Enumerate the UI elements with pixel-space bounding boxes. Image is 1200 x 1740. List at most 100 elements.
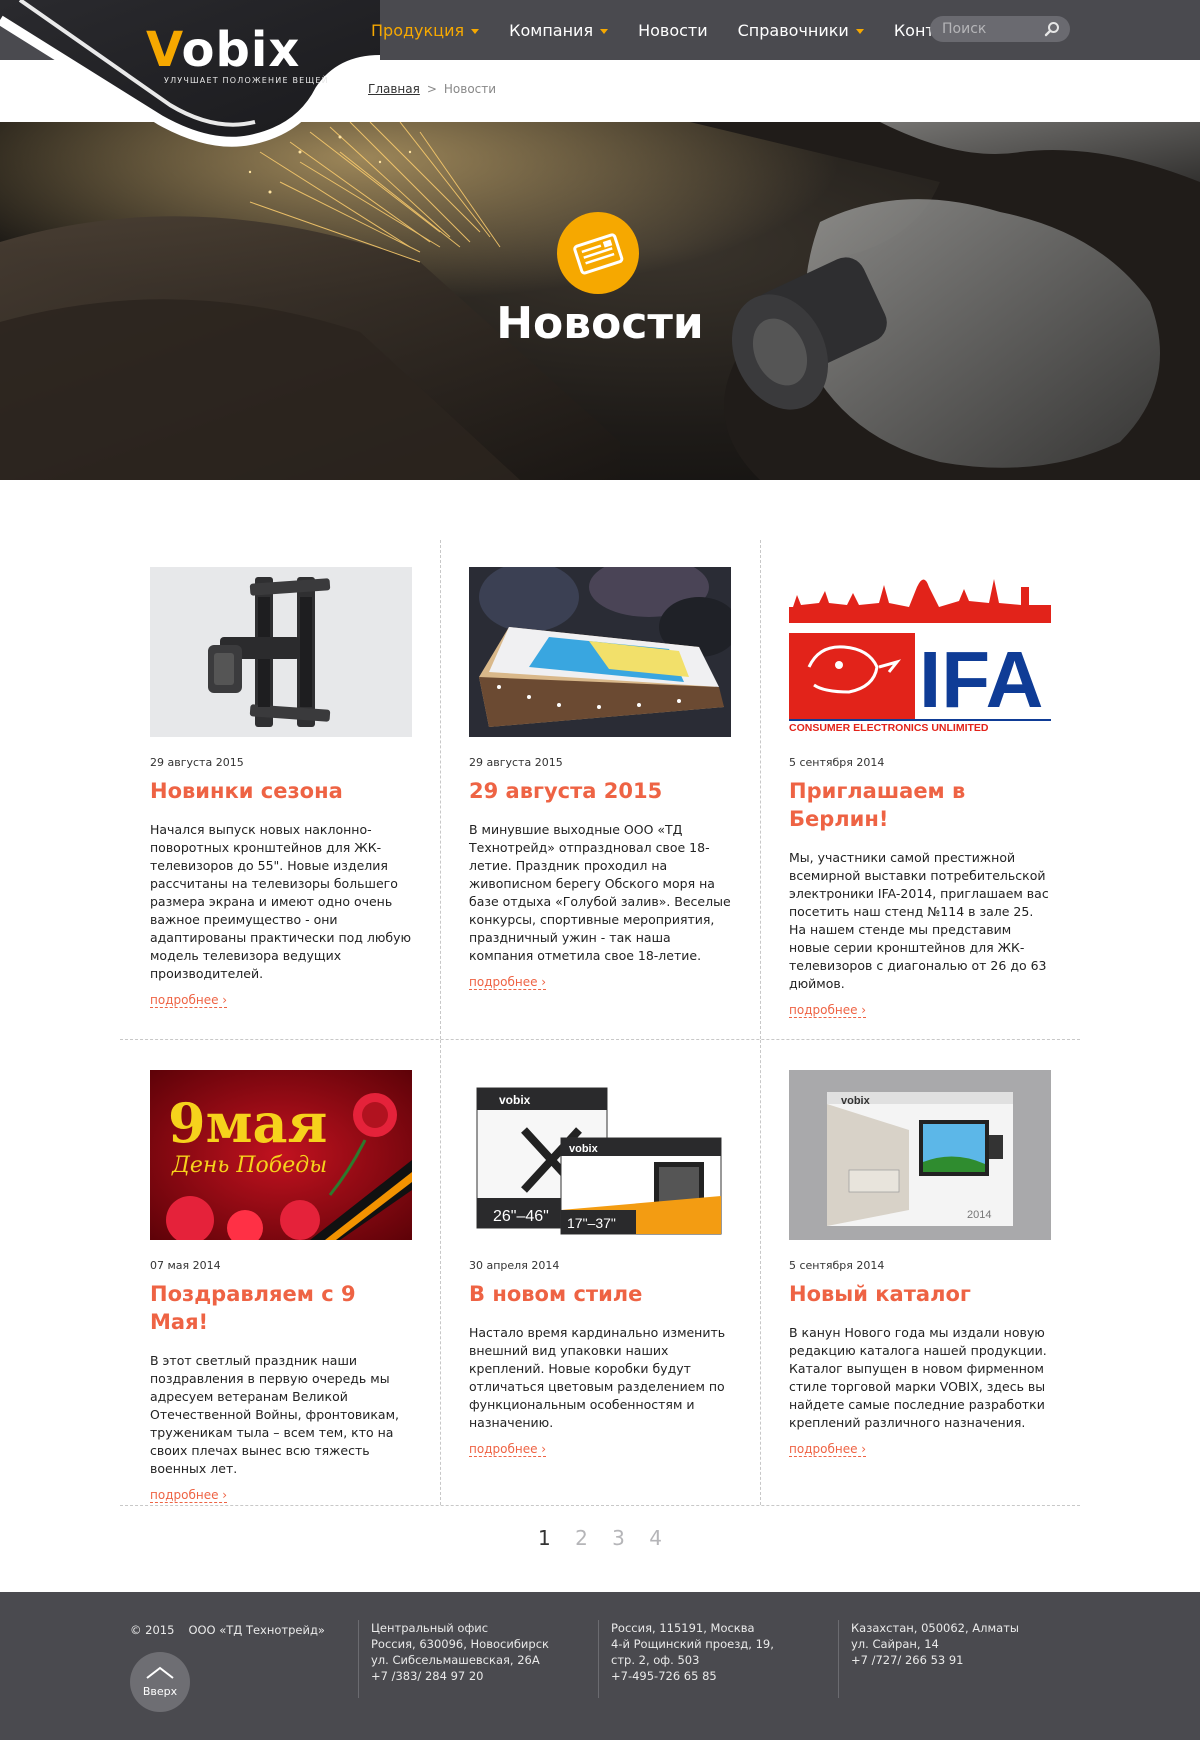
office-line: 4-й Рощинский проезд, 19, (611, 1637, 774, 1651)
pagination: 1 2 3 4 (0, 1526, 1200, 1550)
office-novosibirsk: Центральный офис Россия, 630096, Новосиб… (358, 1620, 549, 1698)
breadcrumb-current: Новости (443, 82, 497, 96)
breadcrumb: Главная > Новости (368, 82, 496, 96)
news-title[interactable]: Новый каталог (789, 1280, 1051, 1308)
may-9-image[interactable]: 9мая День Победы (150, 1070, 412, 1240)
column-divider (760, 540, 761, 1039)
box-brand-text: vobix (499, 1093, 531, 1107)
chevron-down-icon (855, 28, 864, 34)
page-title: Новости (496, 298, 704, 349)
breadcrumb-separator: > (426, 82, 437, 96)
office-line: Россия, 115191, Москва (611, 1621, 755, 1635)
copyright: © 2015 ООО «ТД Технотрейд» (130, 1622, 325, 1638)
read-more-link[interactable]: подробнее › (469, 975, 547, 990)
logo-tagline: УЛУЧШАЕТ ПОЛОЖЕНИЕ ВЕЩЕЙ (164, 76, 329, 85)
page-link-2[interactable]: 2 (575, 1526, 588, 1550)
chevron-up-icon (146, 1666, 174, 1679)
box-brand-text: vobix (569, 1143, 599, 1155)
news-text: Мы, участники самой престижной всемирной… (789, 850, 1049, 991)
logo: Vobix УЛУЧШАЕТ ПОЛОЖЕНИЕ ВЕЩЕЙ (146, 26, 336, 85)
chevron-down-icon (471, 28, 480, 34)
page-link-3[interactable]: 3 (612, 1526, 625, 1550)
nav-item-label: Продукция (371, 20, 465, 40)
read-more-link[interactable]: подробнее › (789, 1442, 867, 1457)
read-more-link[interactable]: подробнее › (150, 993, 228, 1008)
logo-letter: V (146, 22, 182, 78)
nav-item-label: Компания (509, 20, 594, 40)
news-title[interactable]: Приглашаем в Берлин! (789, 777, 1051, 833)
ifa-logo-image[interactable]: IFA CONSUMER ELECTRONICS UNLIMITED (789, 567, 1051, 737)
breadcrumb-home-link[interactable]: Главная (368, 82, 420, 96)
office-line: стр. 2, оф. 503 (611, 1653, 700, 1667)
logo-area[interactable]: Vobix УЛУЧШАЕТ ПОЛОЖЕНИЕ ВЕЩЕЙ (0, 0, 380, 160)
search-box (930, 16, 1070, 42)
news-card: 29 августа 2015 Новинки сезона Начался в… (150, 567, 412, 1008)
hero-icon-badge (557, 212, 639, 294)
packaging-boxes-image[interactable]: vobix 26"–46" vobix 17"–37" (469, 1070, 731, 1240)
hero-banner: Новости (0, 122, 1200, 480)
news-card: vobix 26"–46" vobix 17"–37" 30 апреля 20… (469, 1070, 731, 1457)
news-date: 07 мая 2014 (150, 1259, 221, 1272)
birthday-cake-image[interactable] (469, 567, 731, 737)
news-card: 29 августа 2015 29 августа 2015 В минувш… (469, 567, 731, 990)
tv-bracket-image[interactable] (150, 567, 412, 737)
nav-item-company[interactable]: Компания (509, 20, 609, 40)
office-line: ул. Сибсельмашевская, 26А (371, 1653, 540, 1667)
news-row: 9мая День Победы 07 мая 2014 Поздравляем… (120, 1040, 1080, 1506)
office-phone: +7 /727/ 266 53 91 (851, 1653, 964, 1667)
news-date: 30 апреля 2014 (469, 1259, 560, 1272)
column-divider (760, 1040, 761, 1505)
scroll-to-top-button[interactable]: Вверх (130, 1652, 190, 1712)
newspaper-icon (573, 233, 624, 275)
nav-item-products[interactable]: Продукция (371, 20, 480, 40)
ifa-logo-text: IFA (919, 635, 1043, 724)
office-line: Казахстан, 050062, Алматы (851, 1621, 1020, 1635)
page-link-4[interactable]: 4 (649, 1526, 662, 1550)
news-text: В канун Нового года мы издали новую реда… (789, 1325, 1047, 1430)
read-more-link[interactable]: подробнее › (150, 1488, 228, 1503)
news-card: 9мая День Победы 07 мая 2014 Поздравляем… (150, 1070, 412, 1503)
nav-item-news[interactable]: Новости (638, 21, 708, 40)
news-date: 5 сентября 2014 (789, 1259, 885, 1272)
office-line: Центральный офис (371, 1621, 489, 1635)
nav-item-label: Новости (638, 20, 708, 40)
news-date: 29 августа 2015 (469, 756, 563, 769)
scroll-to-top-label: Вверх (142, 1685, 178, 1698)
news-title[interactable]: В новом стиле (469, 1280, 731, 1308)
logo-wordmark: obix (181, 22, 301, 78)
column-divider (440, 1040, 441, 1505)
catalog-image[interactable]: vobix 2014 (789, 1070, 1051, 1240)
page-link-1[interactable]: 1 (538, 1526, 551, 1550)
column-divider (440, 540, 441, 1039)
search-input[interactable] (942, 19, 1042, 39)
news-title[interactable]: Новинки сезона (150, 777, 412, 805)
news-title[interactable]: 29 августа 2015 (469, 777, 731, 805)
read-more-link[interactable]: подробнее › (789, 1003, 867, 1018)
may-9-subtitle: День Победы (171, 1153, 327, 1178)
news-date: 29 августа 2015 (150, 756, 244, 769)
ifa-slogan-text: CONSUMER ELECTRONICS UNLIMITED (789, 722, 989, 734)
news-text: В этот светлый праздник наши поздравлени… (150, 1353, 399, 1476)
news-card: vobix 2014 5 сентября 2014 Новый каталог… (789, 1070, 1051, 1457)
office-phone: +7 /383/ 284 97 20 (371, 1669, 484, 1683)
office-almaty: Казахстан, 050062, Алматы ул. Сайран, 14… (838, 1620, 1019, 1698)
search-icon[interactable] (1044, 21, 1060, 37)
box-size-text: 17"–37" (567, 1215, 616, 1231)
news-text: В минувшие выходные ООО «ТД Технотрейд» … (469, 822, 731, 963)
catalog-year-text: 2014 (967, 1209, 991, 1221)
office-moscow: Россия, 115191, Москва 4-й Рощинский про… (598, 1620, 774, 1698)
nav-item-references[interactable]: Справочники (738, 21, 864, 40)
news-title[interactable]: Поздравляем с 9 Мая! (150, 1280, 412, 1336)
news-row: 29 августа 2015 Новинки сезона Начался в… (120, 540, 1080, 1040)
company-name: ООО «ТД Технотрейд» (188, 1623, 325, 1637)
office-line: ул. Сайран, 14 (851, 1637, 939, 1651)
news-text: Настало время кардинально изменить внешн… (469, 1325, 726, 1430)
news-grid: 29 августа 2015 Новинки сезона Начался в… (120, 540, 1080, 1506)
news-card: IFA CONSUMER ELECTRONICS UNLIMITED 5 сен… (789, 567, 1051, 1018)
news-date: 5 сентября 2014 (789, 756, 885, 769)
main-nav: Продукция Компания Новости Справочники К… (371, 18, 1021, 42)
box-size-text: 26"–46" (493, 1208, 549, 1225)
read-more-link[interactable]: подробнее › (469, 1442, 547, 1457)
news-text: Начался выпуск новых наклонно-поворотных… (150, 822, 412, 981)
office-phone: +7-495-726 65 85 (611, 1669, 717, 1683)
